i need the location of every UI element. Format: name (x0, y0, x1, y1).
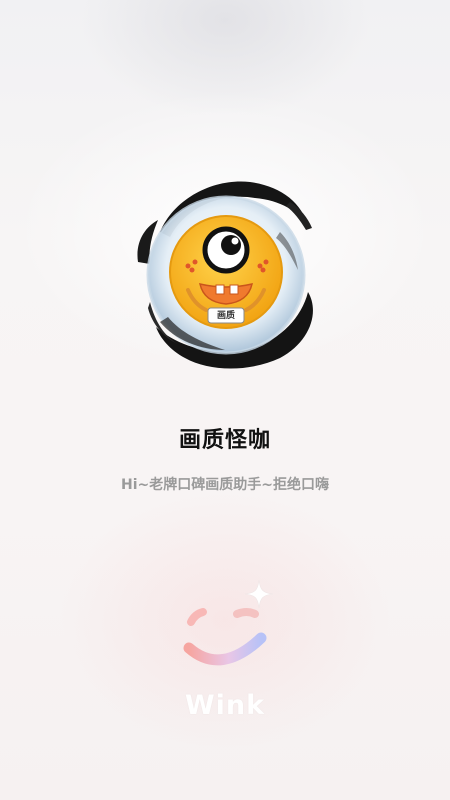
app-title: 画质怪咖 (178, 428, 271, 453)
logo-badge-text: 画质 (216, 311, 235, 321)
app-logo: 画质 (130, 172, 322, 374)
splash-screen: 画质 画质怪咖 Hi~老牌口碑画质助手~拒绝口嗨 Wink (0, 0, 450, 800)
wink-logo-icon (183, 579, 274, 666)
sparkle-icon (244, 579, 274, 609)
app-tagline: Hi~老牌口碑画质助手~拒绝口嗨 (121, 477, 329, 493)
brand-wordmark: Wink (184, 690, 266, 721)
mascot-logo-icon (137, 181, 313, 369)
